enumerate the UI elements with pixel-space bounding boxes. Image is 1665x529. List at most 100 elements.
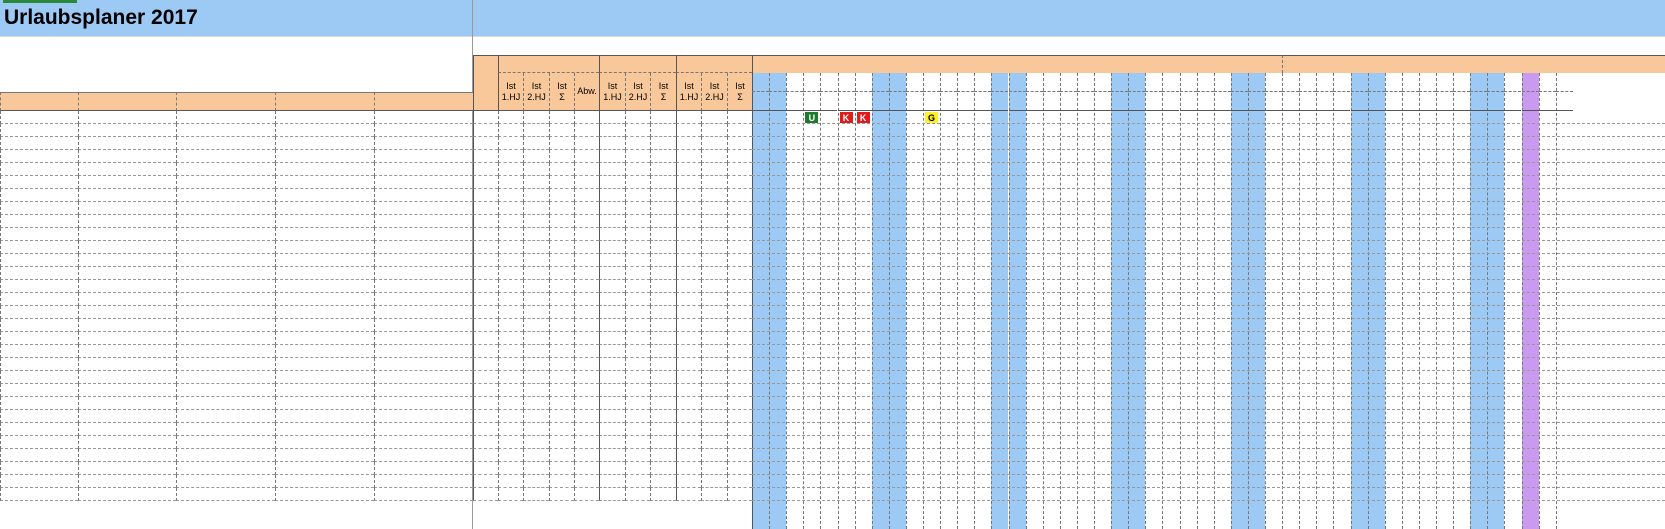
row-22-vorname[interactable] <box>176 384 275 397</box>
row-24-kostenstelle[interactable] <box>374 410 473 423</box>
row-12-vorname[interactable] <box>176 254 275 267</box>
row-18-personalnummer[interactable] <box>0 332 78 345</box>
row-9-abteilung[interactable] <box>275 215 374 228</box>
row-13-vorname[interactable] <box>176 267 275 280</box>
row-9-name[interactable] <box>78 215 176 228</box>
row-11-vorname[interactable] <box>176 241 275 254</box>
row-19-personalnummer[interactable] <box>0 345 78 358</box>
row-27-name[interactable] <box>78 449 176 462</box>
row-8-vorname[interactable] <box>176 202 275 215</box>
row-10-personalnummer[interactable] <box>0 228 78 241</box>
row-15-kostenstelle[interactable] <box>374 293 473 306</box>
row-1-vorname[interactable] <box>176 111 275 124</box>
row-25-vorname[interactable] <box>176 423 275 436</box>
row-9-personalnummer[interactable] <box>0 215 78 228</box>
row-12-abteilung[interactable] <box>275 254 374 267</box>
row-26-name[interactable] <box>78 436 176 449</box>
row-22-personalnummer[interactable] <box>0 384 78 397</box>
row-24-vorname[interactable] <box>176 410 275 423</box>
day-mark-krank[interactable]: K <box>839 112 853 123</box>
row-9-vorname[interactable] <box>176 215 275 228</box>
row-16-abteilung[interactable] <box>275 306 374 319</box>
row-11-personalnummer[interactable] <box>0 241 78 254</box>
row-28-vorname[interactable] <box>176 462 275 475</box>
row-14-abteilung[interactable] <box>275 280 374 293</box>
row-6-abteilung[interactable] <box>275 176 374 189</box>
row-3-kostenstelle[interactable] <box>374 137 473 150</box>
row-26-kostenstelle[interactable] <box>374 436 473 449</box>
row-27-abteilung[interactable] <box>275 449 374 462</box>
row-18-vorname[interactable] <box>176 332 275 345</box>
row-21-personalnummer[interactable] <box>0 371 78 384</box>
row-14-name[interactable] <box>78 280 176 293</box>
row-10-kostenstelle[interactable] <box>374 228 473 241</box>
row-19-name[interactable] <box>78 345 176 358</box>
row-3-name[interactable] <box>78 137 176 150</box>
row-21-kostenstelle[interactable] <box>374 371 473 384</box>
row-16-personalnummer[interactable] <box>0 306 78 319</box>
row-29-kostenstelle[interactable] <box>374 475 473 488</box>
row-1-personalnummer[interactable] <box>0 111 78 124</box>
row-6-name[interactable] <box>78 176 176 189</box>
row-6-kostenstelle[interactable] <box>374 176 473 189</box>
row-17-personalnummer[interactable] <box>0 319 78 332</box>
row-30-personalnummer[interactable] <box>0 488 78 501</box>
row-1-abteilung[interactable] <box>275 111 374 124</box>
row-10-vorname[interactable] <box>176 228 275 241</box>
row-18-name[interactable] <box>78 332 176 345</box>
row-18-kostenstelle[interactable] <box>374 332 473 345</box>
row-24-personalnummer[interactable] <box>0 410 78 423</box>
row-12-kostenstelle[interactable] <box>374 254 473 267</box>
row-23-kostenstelle[interactable] <box>374 397 473 410</box>
row-14-personalnummer[interactable] <box>0 280 78 293</box>
row-4-vorname[interactable] <box>176 150 275 163</box>
row-18-abteilung[interactable] <box>275 332 374 345</box>
row-28-personalnummer[interactable] <box>0 462 78 475</box>
row-8-personalnummer[interactable] <box>0 202 78 215</box>
row-17-kostenstelle[interactable] <box>374 319 473 332</box>
row-28-kostenstelle[interactable] <box>374 462 473 475</box>
row-6-personalnummer[interactable] <box>0 176 78 189</box>
row-23-personalnummer[interactable] <box>0 397 78 410</box>
row-16-name[interactable] <box>78 306 176 319</box>
row-21-name[interactable] <box>78 371 176 384</box>
day-mark-krank[interactable]: K <box>856 112 870 123</box>
row-12-personalnummer[interactable] <box>0 254 78 267</box>
row-5-abteilung[interactable] <box>275 163 374 176</box>
row-7-personalnummer[interactable] <box>0 189 78 202</box>
row-12-name[interactable] <box>78 254 176 267</box>
row-10-name[interactable] <box>78 228 176 241</box>
row-23-vorname[interactable] <box>176 397 275 410</box>
row-5-kostenstelle[interactable] <box>374 163 473 176</box>
row-8-abteilung[interactable] <box>275 202 374 215</box>
row-15-personalnummer[interactable] <box>0 293 78 306</box>
row-27-personalnummer[interactable] <box>0 449 78 462</box>
row-17-vorname[interactable] <box>176 319 275 332</box>
row-17-name[interactable] <box>78 319 176 332</box>
row-20-abteilung[interactable] <box>275 358 374 371</box>
row-2-abteilung[interactable] <box>275 124 374 137</box>
row-30-name[interactable] <box>78 488 176 501</box>
row-2-kostenstelle[interactable] <box>374 124 473 137</box>
row-25-personalnummer[interactable] <box>0 423 78 436</box>
row-13-abteilung[interactable] <box>275 267 374 280</box>
row-16-vorname[interactable] <box>176 306 275 319</box>
row-26-abteilung[interactable] <box>275 436 374 449</box>
row-20-name[interactable] <box>78 358 176 371</box>
row-30-kostenstelle[interactable] <box>374 488 473 501</box>
row-5-personalnummer[interactable] <box>0 163 78 176</box>
row-6-vorname[interactable] <box>176 176 275 189</box>
row-4-personalnummer[interactable] <box>0 150 78 163</box>
row-11-abteilung[interactable] <box>275 241 374 254</box>
row-3-abteilung[interactable] <box>275 137 374 150</box>
row-29-abteilung[interactable] <box>275 475 374 488</box>
row-29-vorname[interactable] <box>176 475 275 488</box>
row-14-vorname[interactable] <box>176 280 275 293</box>
row-19-kostenstelle[interactable] <box>374 345 473 358</box>
row-20-kostenstelle[interactable] <box>374 358 473 371</box>
row-13-kostenstelle[interactable] <box>374 267 473 280</box>
row-1-name[interactable] <box>78 111 176 124</box>
row-20-vorname[interactable] <box>176 358 275 371</box>
row-19-vorname[interactable] <box>176 345 275 358</box>
row-17-abteilung[interactable] <box>275 319 374 332</box>
